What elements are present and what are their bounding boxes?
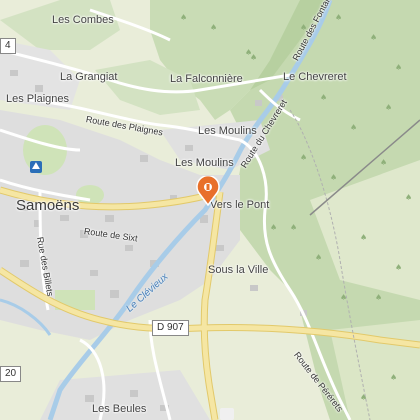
svg-text:♠: ♠	[210, 23, 217, 32]
svg-text:♠: ♠	[385, 103, 392, 112]
place-label: Le Chevreret	[283, 71, 347, 83]
place-label: Les Plaignes	[6, 93, 69, 105]
svg-text:♠: ♠	[315, 253, 322, 262]
place-label: Les Beules	[92, 403, 147, 415]
svg-text:♠: ♠	[335, 13, 342, 22]
svg-text:♠: ♠	[370, 33, 377, 42]
place-label: Les Moulins	[198, 125, 257, 137]
place-label: La Falconnière	[170, 73, 243, 85]
road-shield: 4	[0, 38, 16, 54]
svg-text:♠: ♠	[340, 293, 347, 302]
svg-text:♠: ♠	[320, 93, 327, 102]
tourist-info-icon[interactable]: ⛰	[30, 161, 42, 173]
svg-text:♠: ♠	[380, 158, 387, 167]
svg-text:♠: ♠	[250, 53, 257, 62]
svg-text:♠: ♠	[375, 293, 382, 302]
svg-text:♠: ♠	[180, 13, 187, 22]
svg-text:♠: ♠	[330, 173, 337, 182]
svg-text:♠: ♠	[360, 393, 367, 402]
svg-text:♠: ♠	[300, 153, 307, 162]
svg-text:♠: ♠	[405, 193, 412, 202]
svg-text:♠: ♠	[290, 223, 297, 232]
place-label: La Grangiat	[60, 71, 118, 83]
svg-text:♠: ♠	[350, 123, 357, 132]
road-shield-d907: D 907	[152, 320, 189, 336]
place-label: Les Combes	[52, 14, 114, 26]
svg-text:♠: ♠	[390, 373, 397, 382]
map-pin-icon[interactable]	[196, 174, 220, 211]
road-shield: 20	[0, 366, 22, 382]
svg-text:♠: ♠	[360, 233, 367, 242]
svg-text:♠: ♠	[270, 223, 277, 232]
map-view[interactable]: ♠ ♠ ♠ ♠ ♠ ♠ ♠ ♠ ♠ ♠ ♠ ♠ ♠ ♠ ♠ ♠ ♠ ♠ ♠ ♠ ♠ ♠ ♠ ♠ Les Comb…	[0, 0, 420, 420]
place-label: Sous la Ville	[208, 264, 269, 276]
svg-text:♠: ♠	[395, 263, 402, 272]
map-scale-marker	[220, 408, 234, 420]
town-label: Samoëns	[16, 197, 80, 214]
place-label: Les Moulins	[175, 157, 234, 169]
svg-text:♠: ♠	[395, 63, 402, 72]
